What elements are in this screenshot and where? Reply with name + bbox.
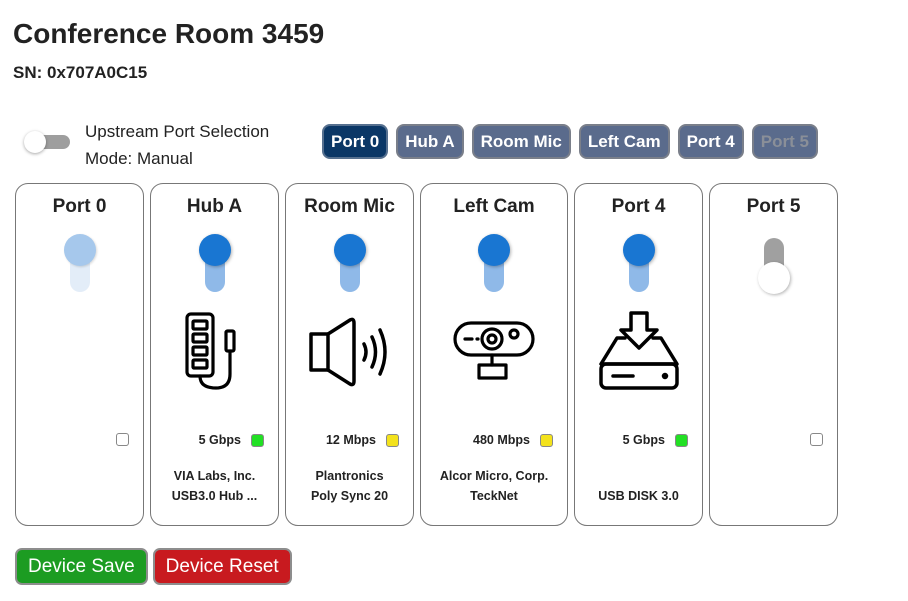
usb-disk-icon bbox=[598, 311, 679, 390]
port-button-left-cam[interactable]: Left Cam bbox=[578, 124, 670, 159]
speed-row: 5 Gbps bbox=[623, 433, 688, 447]
speed-row: 12 Mbps bbox=[326, 433, 399, 447]
device-actions: Device Save Device Reset bbox=[15, 548, 292, 585]
upstream-label: Upstream Port Selection Mode: Manual bbox=[85, 118, 269, 172]
serial-number: SN: 0x707A0C15 bbox=[13, 63, 148, 82]
port-power-toggle[interactable] bbox=[333, 234, 367, 296]
port-power-toggle[interactable] bbox=[198, 234, 232, 296]
port-card-room-mic: Room Mic 12 Mbps Plantronics Poly Sync 2… bbox=[285, 183, 414, 526]
device-name: Alcor Micro, Corp. TeckNet bbox=[421, 466, 567, 506]
device-product: TeckNet bbox=[470, 489, 518, 503]
port-card-port-4: Port 4 5 Gbps USB DISK 3.0 bbox=[574, 183, 703, 526]
device-icon-wrap bbox=[286, 310, 413, 394]
port-power-toggle[interactable] bbox=[622, 234, 656, 296]
toggle-thumb bbox=[478, 234, 510, 266]
device-icon-wrap bbox=[151, 310, 278, 394]
status-led bbox=[540, 433, 553, 447]
port-card-title: Room Mic bbox=[304, 196, 395, 217]
port-power-toggle[interactable] bbox=[477, 234, 511, 296]
port-button-room-mic[interactable]: Room Mic bbox=[471, 124, 571, 159]
port-card-port-5: Port 5 bbox=[709, 183, 838, 526]
device-name: Plantronics Poly Sync 20 bbox=[286, 466, 413, 506]
toggle-thumb bbox=[198, 234, 231, 266]
status-led bbox=[386, 433, 399, 447]
link-speed: 5 Gbps bbox=[622, 433, 665, 447]
status-led bbox=[675, 433, 688, 447]
status-led bbox=[116, 433, 129, 446]
device-product: Poly Sync 20 bbox=[310, 489, 389, 503]
port-button-port-0[interactable]: Port 0 bbox=[322, 124, 389, 159]
port-power-toggle[interactable] bbox=[63, 234, 97, 296]
device-name: USB DISK 3.0 bbox=[575, 466, 702, 506]
toggle-thumb bbox=[333, 234, 366, 266]
link-speed: 480 Mbps bbox=[473, 433, 530, 447]
device-vendor bbox=[575, 466, 702, 486]
device-vendor: Alcor Micro, Corp. bbox=[439, 469, 549, 483]
upstream-mode-switch[interactable] bbox=[24, 131, 70, 153]
toggle-thumb bbox=[63, 234, 96, 266]
port-card-title: Port 5 bbox=[746, 196, 801, 217]
port-cards: Port 0 Hub A 5 Gbps VIA Labs, Inc. USB3.… bbox=[15, 183, 838, 526]
upstream-port-buttons: Port 0 Hub A Room Mic Left Cam Port 4 Po… bbox=[322, 124, 818, 159]
link-speed: 5 Gbps bbox=[198, 433, 241, 447]
upstream-label-title: Upstream Port Selection bbox=[85, 122, 270, 141]
speaker-icon bbox=[308, 317, 387, 387]
device-name: VIA Labs, Inc. USB3.0 Hub ... bbox=[151, 466, 278, 506]
status-led bbox=[810, 433, 823, 446]
port-power-toggle[interactable] bbox=[757, 234, 791, 296]
speed-row: 5 Gbps bbox=[199, 433, 264, 447]
status-led bbox=[251, 433, 264, 447]
upstream-mode-text: Mode: Manual bbox=[85, 149, 193, 168]
webcam-icon bbox=[453, 321, 535, 380]
port-card-title: Left Cam bbox=[453, 196, 535, 217]
port-card-hub-a: Hub A 5 Gbps VIA Labs, Inc. USB3.0 Hub .… bbox=[150, 183, 279, 526]
device-product: USB DISK 3.0 bbox=[598, 489, 679, 503]
port-card-title: Hub A bbox=[186, 196, 243, 217]
device-product: USB3.0 Hub ... bbox=[171, 489, 258, 503]
device-icon-wrap bbox=[575, 310, 702, 394]
speed-row bbox=[800, 433, 823, 446]
speed-row bbox=[106, 433, 129, 446]
port-card-title: Port 4 bbox=[611, 196, 666, 217]
device-reset-button[interactable]: Device Reset bbox=[152, 548, 292, 585]
toggle-thumb bbox=[757, 262, 790, 294]
port-card-title: Port 0 bbox=[52, 196, 107, 217]
page-title: Conference Room 3459 bbox=[13, 18, 325, 49]
port-card-left-cam: Left Cam 480 Mbps Alcor Micro, Corp. Tec bbox=[420, 183, 568, 526]
port-button-hub-a[interactable]: Hub A bbox=[396, 124, 464, 159]
port-card-port-0: Port 0 bbox=[15, 183, 144, 526]
port-button-port-5[interactable]: Port 5 bbox=[751, 124, 818, 159]
device-vendor: Plantronics bbox=[315, 469, 384, 483]
port-button-port-4[interactable]: Port 4 bbox=[677, 124, 744, 159]
toggle-thumb bbox=[622, 234, 655, 266]
speed-row: 480 Mbps bbox=[473, 433, 553, 447]
usb-hub-icon bbox=[184, 312, 236, 390]
switch-thumb bbox=[24, 131, 46, 153]
link-speed: 12 Mbps bbox=[325, 433, 376, 447]
device-vendor: VIA Labs, Inc. bbox=[173, 469, 256, 483]
device-icon-wrap bbox=[421, 310, 567, 394]
device-save-button[interactable]: Device Save bbox=[15, 548, 148, 585]
